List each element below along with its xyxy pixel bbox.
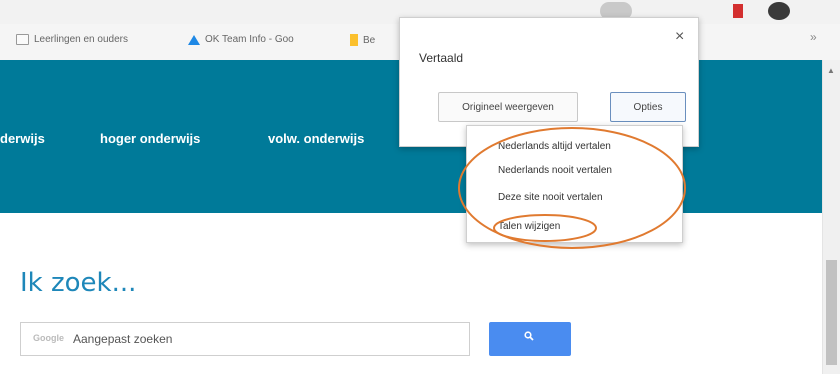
options-button[interactable]: Opties <box>610 92 686 122</box>
bookmark-leerlingen[interactable]: Leerlingen en ouders <box>16 34 128 45</box>
scroll-up-icon[interactable]: ▲ <box>827 66 835 75</box>
nav-item-volw-onderwijs[interactable]: volw. onderwijs <box>268 131 364 146</box>
account-icon[interactable] <box>768 2 790 20</box>
nav-item-onderwijs[interactable]: derwijs <box>0 131 45 146</box>
options-menu: Nederlands altijd vertalen Nederlands no… <box>466 125 683 243</box>
nav-item-hoger-onderwijs[interactable]: hoger onderwijs <box>100 131 200 146</box>
menu-item-change-languages[interactable]: Talen wijzigen <box>498 221 560 232</box>
bookmark-icon <box>350 34 358 46</box>
menu-item-never-translate[interactable]: Nederlands nooit vertalen <box>498 165 612 176</box>
google-drive-icon <box>188 34 200 45</box>
bookmark-label: OK Team Info - Goo <box>205 34 294 45</box>
search-input[interactable]: Google Aangepast zoeken <box>20 322 470 356</box>
search-icon <box>524 331 534 341</box>
bookmark-ok-team-info[interactable]: OK Team Info - Goo <box>188 34 294 45</box>
folder-icon <box>16 34 29 45</box>
search-heading: Ik zoek... <box>20 268 137 298</box>
show-original-button[interactable]: Origineel weergeven <box>438 92 578 122</box>
google-label: Google <box>33 333 64 343</box>
bookmark-label: Leerlingen en ouders <box>34 34 128 45</box>
search-placeholder: Aangepast zoeken <box>73 332 173 346</box>
close-icon[interactable]: × <box>675 28 684 46</box>
bookmark-label: Be <box>363 34 376 46</box>
bookmarks-more-icon[interactable]: » <box>810 30 817 44</box>
menu-item-always-translate[interactable]: Nederlands altijd vertalen <box>498 141 611 152</box>
bookmark-be[interactable]: Be <box>350 34 375 46</box>
popup-title: Vertaald <box>419 51 464 65</box>
search-button[interactable] <box>489 322 571 356</box>
page-scrollbar[interactable]: ▲ <box>822 60 840 374</box>
scroll-thumb[interactable] <box>826 260 837 365</box>
extension-icon[interactable] <box>733 4 743 18</box>
menu-item-never-translate-site[interactable]: Deze site nooit vertalen <box>498 192 603 203</box>
